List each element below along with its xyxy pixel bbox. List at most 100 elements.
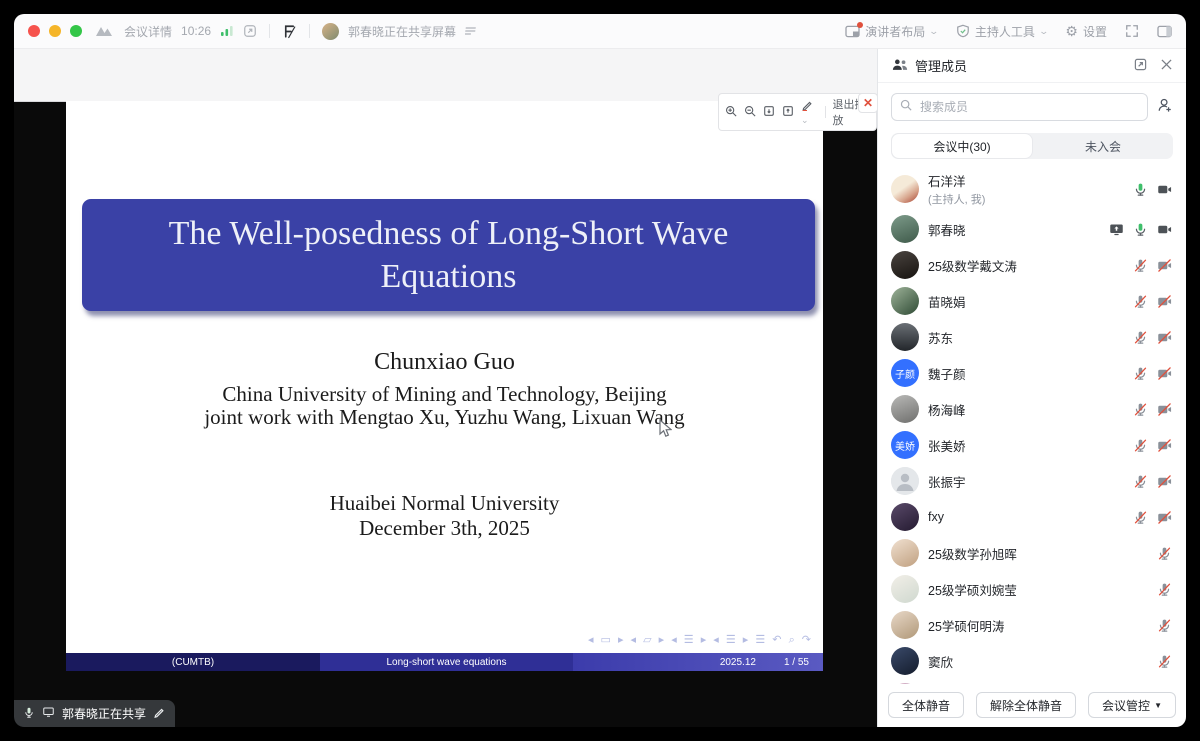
member-row[interactable]: fxy: [878, 499, 1186, 535]
minimize-window-button[interactable]: [49, 25, 61, 37]
member-row[interactable]: 郭春晓: [878, 211, 1186, 247]
member-row[interactable]: 25级数学戴文涛: [878, 247, 1186, 283]
member-name: 张振宇: [928, 472, 1124, 491]
settings-button[interactable]: ⚙ 设置: [1065, 23, 1107, 40]
camera-icon[interactable]: [1157, 294, 1172, 309]
member-name: 25级学硕刘婉莹: [928, 580, 1148, 599]
member-avatar: [891, 467, 919, 495]
slide-footer-page: 1 / 55: [784, 657, 809, 668]
meeting-control-label: 会议管控: [1102, 697, 1150, 714]
camera-icon[interactable]: [1157, 402, 1172, 417]
host-tools-label: 主持人工具: [975, 23, 1035, 40]
toggle-sidebar-icon[interactable]: [1157, 25, 1172, 38]
member-role: (主持人, 我): [928, 191, 1124, 207]
search-input[interactable]: [918, 99, 1139, 115]
member-row[interactable]: 美娇 张美娇: [878, 427, 1186, 463]
mic-icon[interactable]: [1133, 510, 1148, 525]
mic-icon[interactable]: [1133, 402, 1148, 417]
tab-not-joined[interactable]: 未入会: [1033, 133, 1173, 159]
sharer-avatar: [322, 23, 339, 40]
mic-icon[interactable]: [1157, 546, 1172, 561]
mic-icon[interactable]: [1133, 182, 1148, 197]
member-row[interactable]: 张振宇: [878, 463, 1186, 499]
chevron-down-icon: ⌄: [1038, 26, 1049, 37]
mute-all-button[interactable]: 全体静音: [888, 692, 964, 718]
camera-icon[interactable]: [1157, 474, 1172, 489]
member-name: 苗晓娟: [928, 292, 1124, 311]
mic-icon[interactable]: [1133, 474, 1148, 489]
member-name: 张美娇: [928, 436, 1124, 455]
network-signal-icon: [220, 25, 234, 37]
camera-icon[interactable]: [1157, 510, 1172, 525]
member-row[interactable]: 石洋洋 (主持人, 我): [878, 167, 1186, 211]
member-row[interactable]: 子颜 魏子颜: [878, 355, 1186, 391]
mic-icon[interactable]: [1133, 222, 1148, 237]
host-tools-button[interactable]: 主持人工具 ⌄: [956, 23, 1048, 40]
camera-icon[interactable]: [1157, 258, 1172, 273]
mic-icon[interactable]: [1133, 330, 1148, 345]
member-row[interactable]: 窦欣: [878, 643, 1186, 679]
member-name: 苏东: [928, 328, 1124, 347]
sharing-indicator-pill[interactable]: 郭春晓正在共享: [14, 700, 175, 727]
beamer-nav-icons: ◂ ▭ ▸ ◂ ▱ ▸ ◂ ☰ ▸ ◂ ☰ ▸ ☰ ↶ ⌕ ↷: [588, 633, 813, 647]
slide-footer-title: Long-short wave equations: [320, 653, 573, 671]
camera-icon[interactable]: [1157, 222, 1172, 237]
mic-icon[interactable]: [1133, 258, 1148, 273]
app-icon[interactable]: [282, 24, 297, 39]
mic-icon[interactable]: [1157, 618, 1172, 633]
mic-icon[interactable]: [1133, 366, 1148, 381]
mic-icon[interactable]: [1133, 294, 1148, 309]
member-name: 25级数学戴文涛: [928, 256, 1124, 275]
chevron-down-icon: ⌄: [929, 26, 940, 37]
camera-icon[interactable]: [1157, 366, 1172, 381]
member-name: fxy: [928, 510, 1124, 524]
member-tabs: 会议中(30) 未入会: [891, 133, 1173, 159]
mic-icon[interactable]: [23, 706, 35, 722]
member-name: 25级数学孙旭晖: [928, 544, 1148, 563]
meeting-details-label: 会议详情: [124, 23, 172, 40]
sharing-lines-icon[interactable]: [465, 26, 477, 36]
close-panel-icon[interactable]: [1161, 58, 1172, 73]
mic-icon[interactable]: [1133, 438, 1148, 453]
open-external-icon[interactable]: [243, 24, 257, 38]
member-row[interactable]: 25学硕何明涛: [878, 607, 1186, 643]
member-row[interactable]: 25级学硕刘婉莹: [878, 571, 1186, 607]
member-row[interactable]: 杨海峰: [878, 391, 1186, 427]
sharing-pill-text: 郭春晓正在共享: [62, 705, 146, 722]
shared-screen-area: ⌄ 退出播放 ✕ The Well-posedness of Long-Shor…: [14, 49, 877, 727]
tab-in-meeting[interactable]: 会议中(30): [892, 134, 1032, 158]
camera-icon[interactable]: [1157, 438, 1172, 453]
layout-icon: [845, 25, 860, 38]
member-row[interactable]: 苏东: [878, 319, 1186, 355]
caret-down-icon: ▼: [1154, 701, 1162, 710]
member-avatar: [891, 215, 919, 243]
member-name: 魏子颜: [928, 364, 1124, 383]
presentation-slide: The Well-posedness of Long-Short Wave Eq…: [66, 101, 823, 671]
search-icon: [900, 98, 912, 116]
meeting-app-logo-icon: [95, 25, 115, 37]
fullscreen-icon[interactable]: [1125, 24, 1139, 38]
slide-footer-date: 2025.12: [720, 657, 756, 668]
members-icon: [892, 58, 908, 74]
member-search-box[interactable]: [891, 93, 1148, 121]
member-row[interactable]: 苗晓娟: [878, 283, 1186, 319]
screen-icon: [42, 706, 55, 721]
close-window-button[interactable]: [28, 25, 40, 37]
mic-icon[interactable]: [1157, 654, 1172, 669]
member-name: 25学硕何明涛: [928, 616, 1148, 635]
layout-menu-button[interactable]: 演讲者布局 ⌄: [845, 23, 938, 40]
meeting-details-button[interactable]: 会议详情: [124, 23, 172, 40]
unmute-all-button[interactable]: 解除全体静音: [976, 692, 1076, 718]
mic-icon[interactable]: [1157, 582, 1172, 597]
pen-annotate-icon[interactable]: [153, 706, 165, 721]
member-management-panel: 管理成员: [877, 49, 1186, 727]
add-member-icon[interactable]: [1157, 97, 1173, 118]
camera-icon[interactable]: [1157, 182, 1172, 197]
maximize-window-button[interactable]: [70, 25, 82, 37]
member-name: 郭春晓: [928, 220, 1100, 239]
camera-icon[interactable]: [1157, 330, 1172, 345]
zoom-out-icon: [744, 105, 756, 120]
member-row[interactable]: 25级数学孙旭晖: [878, 535, 1186, 571]
meeting-control-button[interactable]: 会议管控 ▼: [1088, 692, 1176, 718]
popout-panel-icon[interactable]: [1134, 58, 1147, 74]
